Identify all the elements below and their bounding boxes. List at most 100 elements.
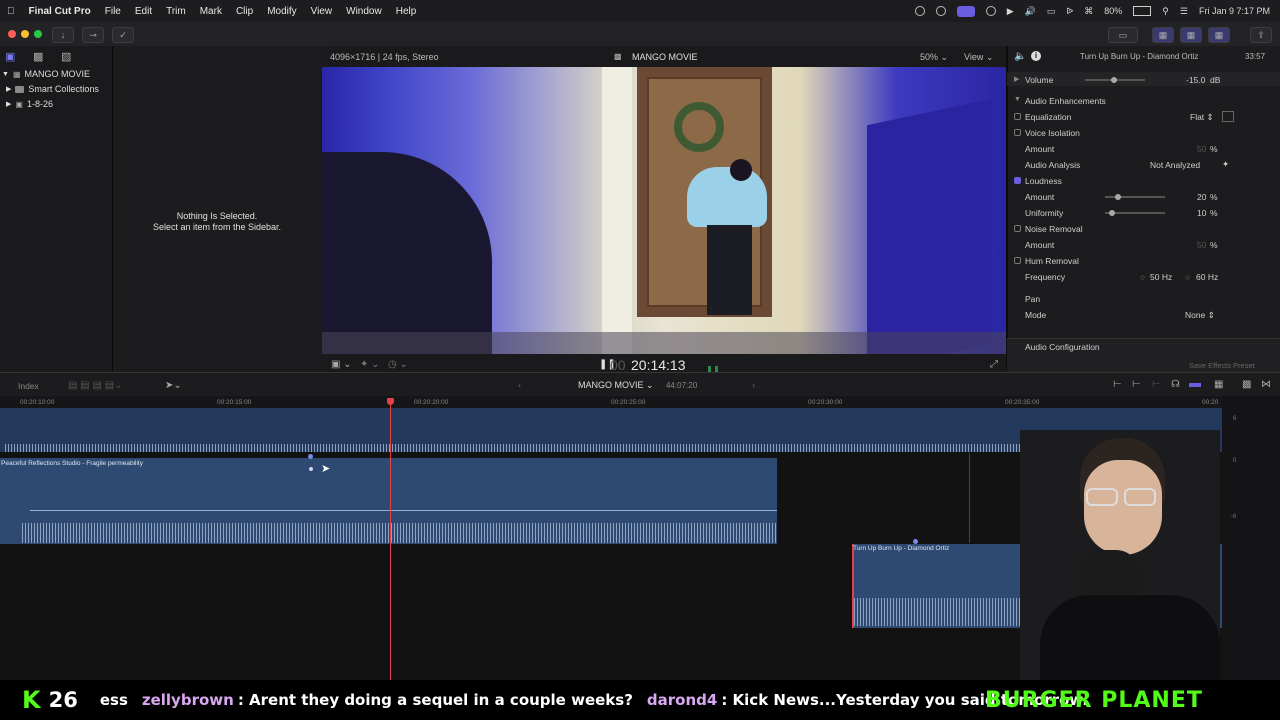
- forward-arrow-icon[interactable]: ›: [752, 380, 755, 390]
- menu-help[interactable]: Help: [389, 6, 424, 17]
- import-button[interactable]: ↓: [52, 27, 74, 43]
- app-menu[interactable]: Final Cut Pro: [22, 6, 98, 17]
- screen-mirror-icon[interactable]: ▭: [1047, 6, 1056, 17]
- speed-icon[interactable]: ◷ ⌄: [388, 359, 408, 370]
- share-button[interactable]: ⇧: [1250, 27, 1272, 43]
- keyframe-handle[interactable]: [308, 454, 313, 459]
- loudness-checkbox[interactable]: [1014, 177, 1021, 184]
- keyframe-point[interactable]: [309, 467, 313, 471]
- zoom-window-button[interactable]: [34, 30, 42, 38]
- back-arrow-icon[interactable]: ‹: [518, 380, 521, 390]
- audio-config-label[interactable]: Audio Configuration: [1025, 342, 1100, 352]
- bluetooth-icon[interactable]: ᐉ: [1066, 6, 1073, 17]
- wifi-icon[interactable]: ⌘: [1084, 6, 1093, 17]
- freq-50-option[interactable]: 50 Hz: [1150, 272, 1172, 282]
- battery-level[interactable]: 80%: [1104, 6, 1122, 16]
- menu-window[interactable]: Window: [339, 6, 389, 17]
- play-icon[interactable]: ▶: [1007, 6, 1014, 17]
- titles-icon[interactable]: ▧: [61, 50, 71, 63]
- mode-select[interactable]: None ⇕: [1185, 310, 1215, 321]
- menu-edit[interactable]: Edit: [128, 6, 159, 17]
- search-icon[interactable]: ⚲: [1162, 6, 1169, 17]
- disclosure-closed-icon[interactable]: ▶: [6, 85, 11, 93]
- menu-file[interactable]: File: [98, 6, 128, 17]
- minimize-window-button[interactable]: [21, 30, 29, 38]
- eq-graph-icon[interactable]: [1222, 111, 1234, 122]
- photos-icon[interactable]: ▩: [33, 50, 43, 63]
- uniformity-knob[interactable]: [1109, 210, 1115, 216]
- close-timeline-icon[interactable]: ⋈: [1261, 379, 1271, 390]
- apple-icon[interactable]: : [0, 6, 22, 17]
- status-icon[interactable]: [935, 6, 946, 16]
- timeline-ruler[interactable]: 00:20:10:00 00:20:15:00 00:20:20:00 00:2…: [0, 396, 1222, 408]
- clock[interactable]: Fri Jan 9 7:17 PM: [1199, 6, 1270, 16]
- select-tool-icon[interactable]: ➤⌄: [165, 380, 182, 391]
- volume-knob[interactable]: [1111, 77, 1117, 83]
- loudness-amount-slider[interactable]: [1105, 196, 1165, 198]
- noise-amount-value[interactable]: 50: [1197, 240, 1206, 250]
- playhead[interactable]: [390, 398, 391, 680]
- library-row[interactable]: ▼ ▦ MANGO MOVIE: [2, 69, 90, 79]
- video-frame[interactable]: [322, 67, 1006, 354]
- volume-icon[interactable]: 🔊: [1025, 6, 1036, 17]
- disclosure-open-icon[interactable]: ▼: [2, 71, 9, 78]
- view-menu[interactable]: View ⌄: [964, 52, 993, 63]
- equalization-checkbox[interactable]: [1014, 113, 1021, 120]
- hum-removal-checkbox[interactable]: [1014, 257, 1021, 264]
- audio-inspector-icon[interactable]: 🔈: [1014, 51, 1026, 62]
- loudness-amount-value[interactable]: 20: [1197, 192, 1206, 202]
- effects-browser-icon[interactable]: ▦: [1214, 379, 1223, 390]
- sidebar-item-smart-collections[interactable]: ▶ Smart Collections: [6, 84, 99, 94]
- magic-wand-icon[interactable]: ✦: [1222, 159, 1229, 170]
- menu-mark[interactable]: Mark: [193, 6, 229, 17]
- background-tasks-button[interactable]: ✓: [112, 27, 134, 43]
- disclosure-closed-icon[interactable]: ▶: [6, 100, 11, 108]
- skimming-icon[interactable]: ⊢: [1152, 379, 1161, 390]
- volume-line[interactable]: [30, 510, 777, 511]
- control-center-icon[interactable]: ☰: [1180, 6, 1188, 17]
- show-browser-button[interactable]: ▦: [1152, 27, 1174, 43]
- radio-icon[interactable]: ○: [1185, 272, 1190, 282]
- headphones-icon[interactable]: ☊: [1171, 379, 1180, 390]
- zoom-icon[interactable]: ⊢: [1132, 379, 1141, 390]
- voice-isolation-checkbox[interactable]: [1014, 129, 1021, 136]
- snapping-icon[interactable]: [1189, 383, 1201, 387]
- freq-60-option[interactable]: 60 Hz: [1196, 272, 1218, 282]
- sidebar-item-event[interactable]: ▶ ▣ 1-8-26: [6, 99, 53, 109]
- close-window-button[interactable]: [8, 30, 16, 38]
- index-button[interactable]: Index: [18, 381, 39, 391]
- keyframe-handle[interactable]: [913, 539, 918, 544]
- radio-icon[interactable]: ○: [1140, 272, 1145, 282]
- info-icon[interactable]: i: [1031, 51, 1041, 61]
- project-name[interactable]: MANGO MOVIE ⌄: [578, 380, 654, 391]
- noise-removal-checkbox[interactable]: [1014, 225, 1021, 232]
- menu-trim[interactable]: Trim: [159, 6, 193, 17]
- battery-icon[interactable]: [1133, 6, 1152, 16]
- edit-tools-icon[interactable]: ▤ ▤ ▤ ▤⌄: [68, 380, 123, 391]
- transform-tools-icon[interactable]: ✦ ⌄: [360, 359, 380, 370]
- loudness-amount-knob[interactable]: [1115, 194, 1121, 200]
- menu-view[interactable]: View: [304, 6, 340, 17]
- libraries-icon[interactable]: ▣: [5, 50, 15, 63]
- vi-amount-value[interactable]: 50: [1197, 144, 1206, 154]
- clip-appearance-icon[interactable]: ⊢: [1113, 379, 1122, 390]
- workspace-menu-button[interactable]: ▭: [1108, 27, 1138, 43]
- equalization-select[interactable]: Flat ⇕: [1190, 112, 1214, 123]
- disclosure-icon[interactable]: ▶: [1014, 75, 1019, 83]
- uniformity-value[interactable]: 10: [1197, 208, 1206, 218]
- transitions-icon[interactable]: ▩: [1242, 379, 1251, 390]
- volume-value[interactable]: -15.0: [1186, 75, 1205, 85]
- save-effects-preset-button[interactable]: Save Effects Preset: [1189, 361, 1255, 370]
- show-timeline-button[interactable]: ▦: [1180, 27, 1202, 43]
- show-inspector-button[interactable]: ▦: [1208, 27, 1230, 43]
- playhead-handle[interactable]: [387, 398, 394, 405]
- status-icon[interactable]: [914, 6, 925, 16]
- fullscreen-icon[interactable]: ⤢: [990, 359, 998, 370]
- menu-clip[interactable]: Clip: [229, 6, 260, 17]
- keywords-button[interactable]: ⊸: [82, 27, 104, 43]
- viewer-options-icon[interactable]: ▣ ⌄: [331, 359, 352, 370]
- zoom-menu[interactable]: 50% ⌄: [920, 52, 948, 63]
- status-icon[interactable]: [985, 6, 996, 16]
- screen-record-icon[interactable]: [956, 5, 975, 17]
- timecode-display[interactable]: 20:14:13: [631, 357, 686, 373]
